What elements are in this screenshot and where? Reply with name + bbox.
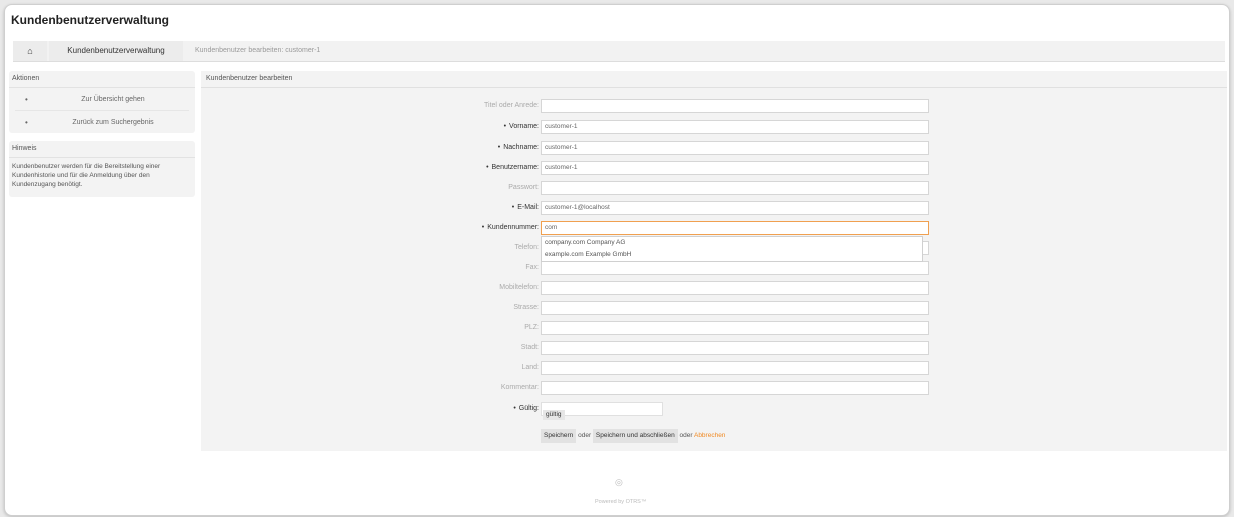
or-text: oder: [578, 432, 592, 439]
field-row-mobile: Mobiltelefon:: [201, 281, 1227, 295]
valid-select[interactable]: gültig: [541, 402, 663, 420]
field-label: Fax:: [525, 264, 539, 271]
email-input[interactable]: customer-1@localhost: [541, 201, 929, 215]
field-label: Mobiltelefon:: [499, 284, 539, 291]
required-marker: •: [486, 164, 489, 171]
action-label: Zur Übersicht gehen: [81, 96, 145, 103]
field-label-text: Benutzername:: [491, 164, 539, 171]
field-row-password: Passwort:: [201, 181, 1227, 195]
field-label: Stadt:: [520, 344, 539, 351]
hint-box: Hinweis Kundenbenutzer werden für die Be…: [9, 141, 195, 197]
field-row-username: • Benutzername: customer-1: [201, 161, 1227, 175]
field-label: PLZ:: [524, 324, 539, 331]
save-and-finish-button[interactable]: Speichern und abschließen: [592, 429, 678, 443]
autocomplete-option[interactable]: company.com Company AG: [542, 237, 922, 249]
action-back-to-search[interactable]: • Zurück zum Suchergebnis: [15, 113, 189, 133]
customer-id-input[interactable]: com: [541, 221, 929, 235]
field-row-country: Land:: [201, 361, 1227, 375]
field-label: Land:: [521, 364, 539, 371]
valid-select-value: gültig: [543, 410, 565, 420]
bullet-icon: •: [25, 118, 28, 127]
field-label: • Vorname:: [504, 120, 539, 134]
otrs-logo-icon: ◎: [615, 477, 623, 487]
field-label: Titel oder Anrede:: [484, 102, 539, 109]
field-label: • Gültig:: [513, 402, 539, 416]
field-label: • Kundennummer:: [482, 221, 539, 235]
field-label-text: Nachname:: [503, 144, 539, 151]
field-label: • Nachname:: [498, 141, 539, 155]
title-input[interactable]: [541, 99, 929, 113]
field-label-text: Vorname:: [509, 123, 539, 130]
footer-text: Powered by OTRS™: [595, 499, 647, 505]
autocomplete-option[interactable]: example.com Example GmbH: [542, 249, 922, 261]
sidebar: Aktionen • Zur Übersicht gehen • Zurück …: [9, 71, 195, 205]
or-text: oder: [679, 432, 693, 439]
password-input[interactable]: [541, 181, 929, 195]
mobile-input[interactable]: [541, 281, 929, 295]
firstname-input[interactable]: customer-1: [541, 120, 929, 134]
field-label-text: E-Mail:: [517, 204, 539, 211]
hint-title: Hinweis: [9, 141, 195, 158]
nav-title-button[interactable]: Kundenbenutzerverwaltung: [49, 41, 183, 61]
field-row-zip: PLZ:: [201, 321, 1227, 335]
field-row-city: Stadt:: [201, 341, 1227, 355]
breadcrumb: Kundenbenutzer bearbeiten: customer-1: [195, 47, 321, 54]
field-label: • E-Mail:: [512, 201, 539, 215]
city-input[interactable]: [541, 341, 929, 355]
form-buttons: Speichern oder Speichern und abschließen…: [541, 429, 725, 443]
country-input[interactable]: [541, 361, 929, 375]
field-row-valid: • Gültig: gültig: [201, 402, 1227, 420]
field-label: Strasse:: [513, 304, 539, 311]
home-icon[interactable]: ⌂: [13, 41, 47, 61]
required-marker: •: [513, 405, 516, 412]
bullet-icon: •: [25, 95, 28, 104]
field-row-customer-id: • Kundennummer: com: [201, 221, 1227, 235]
field-label-text: Gültig:: [518, 405, 539, 412]
required-marker: •: [497, 144, 501, 151]
field-row-firstname: • Vorname: customer-1: [201, 120, 1227, 134]
field-row-street: Strasse:: [201, 301, 1227, 315]
page-title: Kundenbenutzerverwaltung: [11, 13, 170, 27]
form-title: Kundenbenutzer bearbeiten: [201, 71, 1227, 88]
street-input[interactable]: [541, 301, 929, 315]
hint-text: Kundenbenutzer werden für die Bereitstel…: [12, 163, 161, 188]
field-row-title: Titel oder Anrede:: [201, 99, 1227, 113]
field-label: Kommentar:: [500, 384, 539, 391]
save-button[interactable]: Speichern: [541, 429, 577, 443]
field-label: • Benutzername:: [486, 161, 539, 175]
autocomplete-dropdown: company.com Company AG example.com Examp…: [541, 236, 923, 262]
app-window: Kundenbenutzerverwaltung ⌂ Kundenbenutze…: [4, 4, 1230, 516]
cancel-link[interactable]: Abbrechen: [694, 432, 725, 439]
fax-input[interactable]: [541, 261, 929, 275]
navigation-bar: ⌂ Kundenbenutzerverwaltung Kundenbenutze…: [13, 41, 1225, 62]
required-marker: •: [511, 204, 515, 211]
action-label: Zurück zum Suchergebnis: [72, 119, 154, 126]
field-label: Passwort:: [508, 184, 539, 191]
field-row-email: • E-Mail: customer-1@localhost: [201, 201, 1227, 215]
actions-box: Aktionen • Zur Übersicht gehen • Zurück …: [9, 71, 195, 133]
field-row-lastname: • Nachname: customer-1: [201, 141, 1227, 155]
required-marker: •: [481, 224, 485, 231]
lastname-input[interactable]: customer-1: [541, 141, 929, 155]
edit-form-panel: Kundenbenutzer bearbeiten Titel oder Anr…: [201, 71, 1227, 451]
username-input[interactable]: customer-1: [541, 161, 929, 175]
comment-input[interactable]: [541, 381, 929, 395]
field-row-fax: Fax:: [201, 261, 1227, 275]
field-label: Telefon:: [514, 244, 539, 251]
actions-title: Aktionen: [9, 71, 195, 88]
action-go-to-overview[interactable]: • Zur Übersicht gehen: [15, 90, 189, 111]
field-row-comment: Kommentar:: [201, 381, 1227, 395]
field-label-text: Kundennummer:: [487, 224, 539, 231]
zip-input[interactable]: [541, 321, 929, 335]
required-marker: •: [503, 123, 507, 130]
